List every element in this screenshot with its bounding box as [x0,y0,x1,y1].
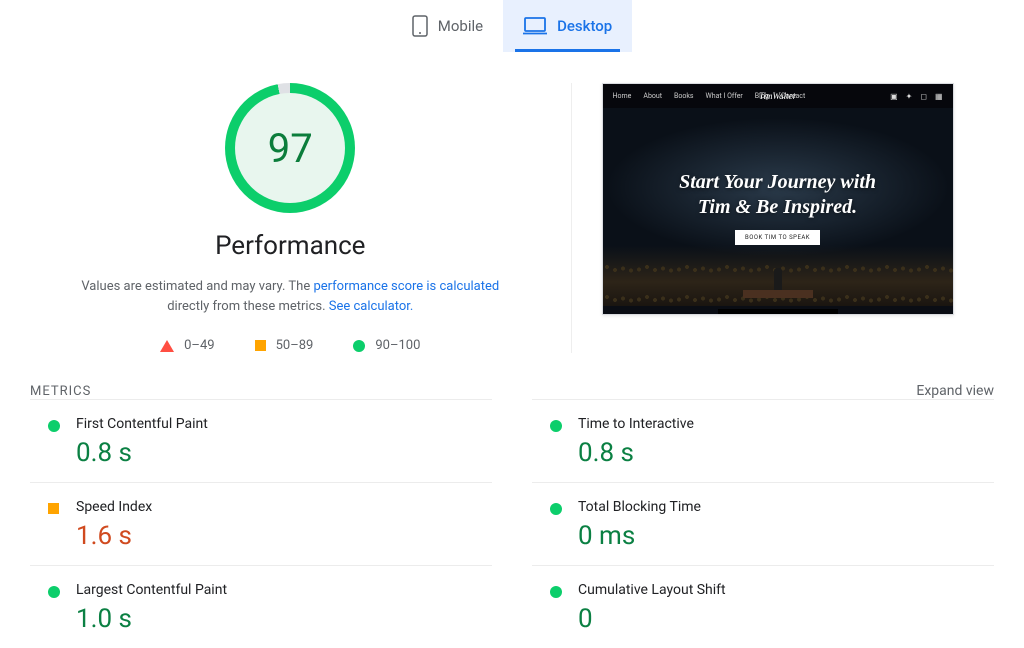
legend-good: 90–100 [375,338,420,353]
performance-score: 97 [268,125,313,172]
metrics-grid: First Contentful Paint 0.8 s Time to Int… [0,399,1024,648]
metric-fcp: First Contentful Paint 0.8 s [30,399,492,482]
performance-summary: 97 Performance Values are estimated and … [30,83,572,353]
tab-desktop[interactable]: Desktop [503,0,632,52]
metric-cls: Cumulative Layout Shift 0 [532,565,994,648]
circle-icon [550,420,562,432]
circle-icon [48,420,60,432]
tab-desktop-label: Desktop [557,17,612,35]
circle-icon [550,586,562,598]
metric-value: 1.0 s [76,604,492,634]
square-icon [255,340,266,351]
preview-social-icons: ▣ ✦ ◻ ▦ [890,92,942,101]
score-legend: 0–49 50–89 90–100 [30,338,551,353]
twitter-icon: ✦ [906,92,913,101]
metric-value: 0 ms [578,521,994,551]
metric-name: Time to Interactive [578,416,994,432]
metric-value: 1.6 s [76,521,492,551]
metric-tti: Time to Interactive 0.8 s [532,399,994,482]
page-preview: Home About Books What I Offer Blog Conta… [602,83,954,315]
metric-value: 0.8 s [578,438,994,468]
metric-tbt: Total Blocking Time 0 ms [532,482,994,565]
metric-name: First Contentful Paint [76,416,492,432]
linkedin-icon: ▦ [935,92,943,101]
metric-value: 0 [578,604,994,634]
square-icon [48,503,59,514]
preview-headline-1: Start Your Journey with [679,170,876,195]
score-calculated-link[interactable]: performance score is calculated [313,279,499,294]
circle-icon [48,586,60,598]
see-calculator-link[interactable]: See calculator. [329,299,414,314]
metrics-heading: METRICS [30,384,91,399]
mobile-icon [412,15,428,37]
instagram-icon: ◻ [920,92,927,101]
legend-avg: 50–89 [276,338,314,353]
performance-title: Performance [30,231,551,261]
metric-name: Speed Index [76,499,492,515]
desktop-icon [523,17,547,35]
tabs: Mobile Desktop [0,0,1024,53]
preview-cta: BOOK TIM TO SPEAK [735,230,820,245]
preview-nav: Home About Books What I Offer Blog Conta… [613,92,806,100]
legend-bad: 0–49 [184,338,214,353]
metric-name: Total Blocking Time [578,499,994,515]
circle-icon [353,340,365,352]
metric-lcp: Largest Contentful Paint 1.0 s [30,565,492,648]
triangle-icon [160,340,174,352]
performance-description: Values are estimated and may vary. The p… [30,277,551,316]
preview-headline-2: Tim & Be Inspired. [679,195,876,220]
metric-name: Cumulative Layout Shift [578,582,994,598]
facebook-icon: ▣ [890,92,898,101]
tab-mobile[interactable]: Mobile [392,0,503,52]
circle-icon [550,503,562,515]
tab-mobile-label: Mobile [438,17,483,35]
metric-si: Speed Index 1.6 s [30,482,492,565]
expand-view-button[interactable]: Expand view [916,383,994,399]
metric-value: 0.8 s [76,438,492,468]
performance-gauge: 97 [225,83,355,213]
metric-name: Largest Contentful Paint [76,582,492,598]
